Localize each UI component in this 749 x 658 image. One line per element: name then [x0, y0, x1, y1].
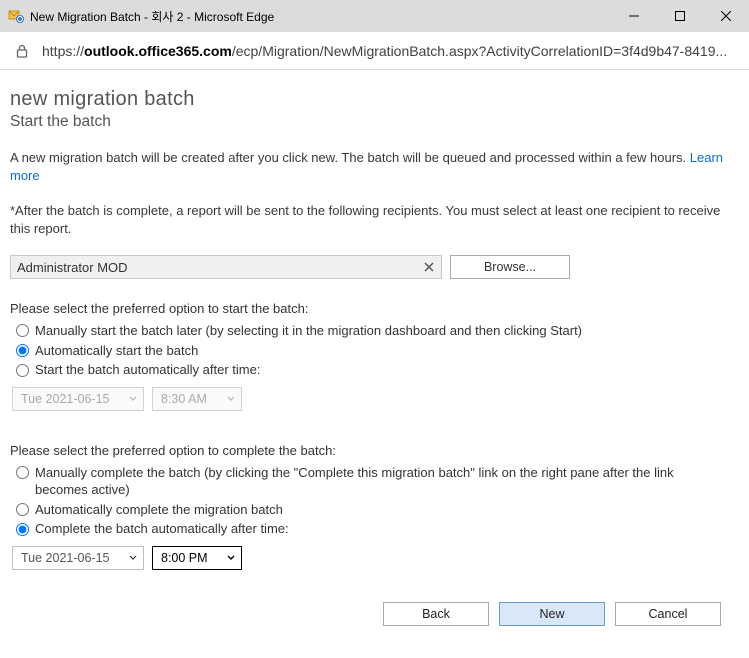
complete-radio-manual[interactable] — [16, 466, 29, 479]
page-body: A new migration batch will be created af… — [10, 149, 739, 570]
new-button[interactable]: New — [499, 602, 605, 626]
complete-radio-auto[interactable] — [16, 503, 29, 516]
complete-date-value: Tue 2021-06-15 — [21, 551, 110, 565]
intro-paragraph: A new migration batch will be created af… — [10, 149, 739, 184]
complete-time-value: 8:00 PM — [161, 551, 208, 565]
complete-option-after-label: Complete the batch automatically after t… — [35, 520, 289, 538]
start-radio-after[interactable] — [16, 364, 29, 377]
complete-option-after[interactable]: Complete the batch automatically after t… — [16, 520, 739, 538]
cancel-button[interactable]: Cancel — [615, 602, 721, 626]
start-date-dropdown[interactable]: Tue 2021-06-15 — [12, 387, 144, 411]
start-date-value: Tue 2021-06-15 — [21, 392, 110, 406]
chevron-down-icon — [129, 395, 137, 403]
start-option-after-label: Start the batch automatically after time… — [35, 361, 260, 379]
url-path: /ecp/Migration/NewMigrationBatch.aspx?Ac… — [232, 43, 727, 59]
report-note: *After the batch is complete, a report w… — [10, 202, 739, 237]
complete-option-manual[interactable]: Manually complete the batch (by clicking… — [16, 464, 739, 499]
recipient-row: Administrator MOD Browse... — [10, 255, 739, 279]
complete-datetime-row: Tue 2021-06-15 8:00 PM — [12, 546, 739, 570]
chevron-down-icon — [227, 554, 235, 562]
app-icon — [8, 8, 24, 24]
start-radios: Manually start the batch later (by selec… — [10, 322, 739, 379]
start-radio-auto[interactable] — [16, 344, 29, 357]
url-prefix: https:// — [42, 43, 84, 59]
complete-radio-after[interactable] — [16, 523, 29, 536]
complete-option-manual-label: Manually complete the batch (by clicking… — [35, 464, 675, 499]
url-host: outlook.office365.com — [84, 43, 232, 59]
recipient-field[interactable]: Administrator MOD — [10, 255, 442, 279]
complete-section-label: Please select the preferred option to co… — [10, 443, 739, 458]
complete-date-dropdown[interactable]: Tue 2021-06-15 — [12, 546, 144, 570]
wizard-footer: Back New Cancel — [10, 594, 739, 648]
chevron-down-icon — [227, 395, 235, 403]
complete-option-auto-label: Automatically complete the migration bat… — [35, 501, 283, 519]
start-option-manual[interactable]: Manually start the batch later (by selec… — [16, 322, 739, 340]
page-subheading: Start the batch — [10, 113, 739, 131]
url-text[interactable]: https://outlook.office365.com/ecp/Migrat… — [42, 43, 735, 59]
lock-icon — [14, 43, 30, 59]
start-time-value: 8:30 AM — [161, 392, 207, 406]
address-bar: https://outlook.office365.com/ecp/Migrat… — [0, 32, 749, 70]
start-time-dropdown[interactable]: 8:30 AM — [152, 387, 242, 411]
intro-text: A new migration batch will be created af… — [10, 150, 686, 165]
complete-time-dropdown[interactable]: 8:00 PM — [152, 546, 242, 570]
close-button[interactable] — [703, 0, 749, 32]
recipient-value: Administrator MOD — [17, 260, 128, 275]
page-heading: new migration batch — [10, 88, 739, 111]
title-left: New Migration Batch - 회사 2 - Microsoft E… — [8, 8, 274, 25]
back-button[interactable]: Back — [383, 602, 489, 626]
page-content: new migration batch Start the batch A ne… — [0, 70, 749, 658]
start-option-auto-label: Automatically start the batch — [35, 342, 198, 360]
start-option-manual-label: Manually start the batch later (by selec… — [35, 322, 582, 340]
maximize-button[interactable] — [657, 0, 703, 32]
start-datetime-row: Tue 2021-06-15 8:30 AM — [12, 387, 739, 411]
start-option-auto[interactable]: Automatically start the batch — [16, 342, 739, 360]
window-title: New Migration Batch - 회사 2 - Microsoft E… — [30, 8, 274, 25]
start-radio-manual[interactable] — [16, 324, 29, 337]
window-controls — [611, 0, 749, 32]
complete-option-auto[interactable]: Automatically complete the migration bat… — [16, 501, 739, 519]
start-option-after[interactable]: Start the batch automatically after time… — [16, 361, 739, 379]
browse-button[interactable]: Browse... — [450, 255, 570, 279]
titlebar: New Migration Batch - 회사 2 - Microsoft E… — [0, 0, 749, 32]
minimize-button[interactable] — [611, 0, 657, 32]
complete-radios: Manually complete the batch (by clicking… — [10, 464, 739, 538]
window: New Migration Batch - 회사 2 - Microsoft E… — [0, 0, 749, 658]
start-section-label: Please select the preferred option to st… — [10, 301, 739, 316]
chevron-down-icon — [129, 554, 137, 562]
clear-recipient-icon[interactable] — [421, 259, 437, 275]
